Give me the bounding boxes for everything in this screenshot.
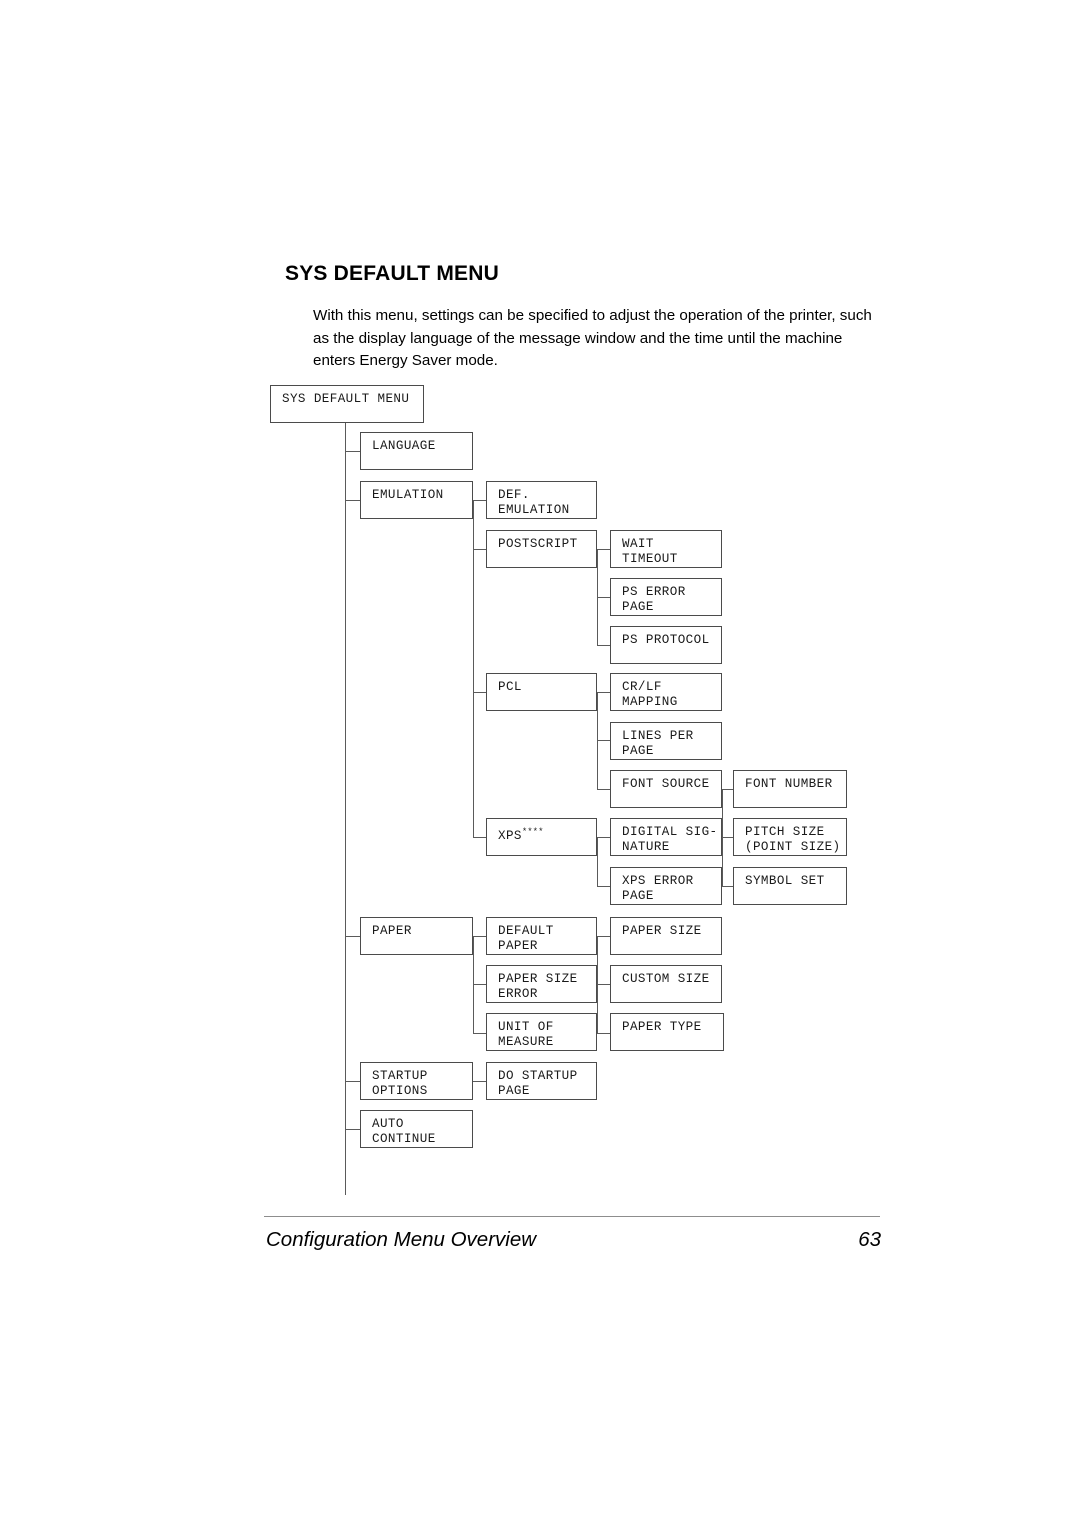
connector-emulation-xps [473, 837, 486, 839]
node-font-source[interactable]: FONT SOURCE [610, 770, 722, 808]
node-paper[interactable]: PAPER [360, 917, 473, 955]
connector-postscript-psprotocol [597, 645, 610, 647]
connector-paper-default [473, 936, 486, 938]
connector-pcl-fontsource [597, 789, 610, 791]
node-pcl[interactable]: PCL [486, 673, 597, 711]
connector-postscript-pserror [597, 597, 610, 599]
connector-paper-unit [473, 1033, 486, 1035]
node-custom-size[interactable]: CUSTOM SIZE [610, 965, 722, 1003]
node-font-number[interactable]: FONT NUMBER [733, 770, 847, 808]
footer-divider [264, 1216, 880, 1218]
connector-defaultpaper-papertype [597, 1033, 610, 1035]
node-do-startup-page[interactable]: DO STARTUP PAGE [486, 1062, 597, 1100]
node-ps-error-page[interactable]: PS ERROR PAGE [610, 578, 722, 616]
node-paper-type[interactable]: PAPER TYPE [610, 1013, 724, 1051]
node-digital-signature[interactable]: DIGITAL SIG- NATURE [610, 818, 722, 856]
connector-emulation-pcl [473, 692, 486, 694]
node-auto-continue[interactable]: AUTO CONTINUE [360, 1110, 473, 1148]
node-default-paper[interactable]: DEFAULT PAPER [486, 917, 597, 955]
node-xps-error-page[interactable]: XPS ERROR PAGE [610, 867, 722, 905]
node-wait-timeout[interactable]: WAIT TIMEOUT [610, 530, 722, 568]
node-ps-protocol[interactable]: PS PROTOCOL [610, 626, 722, 664]
node-xps-label: XPS [498, 829, 522, 843]
connector-emulation-def [473, 500, 486, 502]
connector-fontsource-pitchsize [722, 837, 733, 839]
connector-root-paper [345, 936, 361, 938]
node-unit-of-measure[interactable]: UNIT OF MEASURE [486, 1013, 597, 1051]
connector-paper-sizeerror [473, 984, 486, 986]
connector-emulation-postscript [473, 549, 486, 551]
connector-fontsource-symbolset [722, 886, 733, 888]
node-emulation[interactable]: EMULATION [360, 481, 473, 519]
connector-emulation-trunk [473, 500, 475, 837]
node-xps-footnote-marks: **** [521, 827, 544, 837]
connector-root-auto-continue [345, 1129, 361, 1131]
node-paper-size[interactable]: PAPER SIZE [610, 917, 722, 955]
node-language[interactable]: LANGUAGE [360, 432, 473, 470]
node-def-emulation[interactable]: DEF. EMULATION [486, 481, 597, 519]
document-page: SYS DEFAULT MENU With this menu, setting… [0, 0, 1080, 1528]
connector-trunk-main [345, 422, 347, 1195]
connector-defaultpaper-papersize [597, 936, 610, 938]
connector-xps-xpserror [597, 886, 610, 888]
node-lines-per-page[interactable]: LINES PER PAGE [610, 722, 722, 760]
connector-xps-digital [597, 837, 610, 839]
connector-fontsource-fontnumber [722, 789, 733, 791]
connector-xps-trunk [597, 837, 599, 886]
node-crlf-mapping[interactable]: CR/LF MAPPING [610, 673, 722, 711]
node-symbol-set[interactable]: SYMBOL SET [733, 867, 847, 905]
connector-startup-dostartup [473, 1081, 486, 1083]
footer-page-number: 63 [858, 1228, 881, 1251]
node-sys-default-menu[interactable]: SYS DEFAULT MENU [270, 385, 424, 423]
connector-postscript-wait [597, 549, 610, 551]
node-postscript[interactable]: POSTSCRIPT [486, 530, 597, 568]
connector-root-emulation [345, 500, 361, 502]
connector-pcl-lines [597, 740, 610, 742]
menu-tree-diagram: SYS DEFAULT MENU LANGUAGE EMULATION DEF.… [0, 0, 1080, 1528]
connector-root-language [345, 451, 361, 453]
connector-pcl-crlf [597, 692, 610, 694]
node-startup-options[interactable]: STARTUP OPTIONS [360, 1062, 473, 1100]
footer-title: Configuration Menu Overview [266, 1228, 537, 1251]
node-xps[interactable]: XPS**** [486, 818, 597, 856]
connector-defaultpaper-customsize [597, 984, 610, 986]
connector-root-startup [345, 1081, 361, 1083]
node-pitch-size[interactable]: PITCH SIZE (POINT SIZE) [733, 818, 847, 856]
node-paper-size-error[interactable]: PAPER SIZE ERROR [486, 965, 597, 1003]
